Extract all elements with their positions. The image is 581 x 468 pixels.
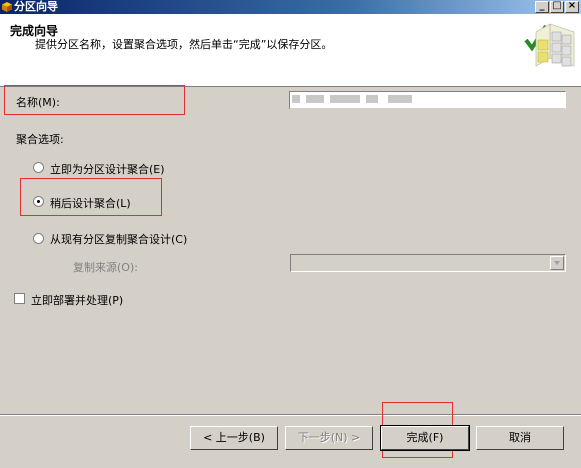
- radio-design-later[interactable]: [33, 196, 44, 207]
- blurred-name-text: [292, 95, 300, 103]
- dropdown-arrow-button[interactable]: [550, 256, 564, 270]
- deploy-process-label[interactable]: 立即部署并处理(P): [31, 292, 123, 308]
- radio-design-later-label[interactable]: 稍后设计聚合(L): [50, 195, 131, 211]
- page-subtitle: 提供分区名称，设置聚合选项，然后单击“完成”以保存分区。: [35, 38, 333, 51]
- blurred-name-text: [330, 95, 360, 103]
- copy-source-select[interactable]: [290, 254, 566, 272]
- minimize-icon: _: [539, 0, 545, 11]
- next-button[interactable]: 下一步(N) >: [285, 426, 373, 450]
- name-input[interactable]: [289, 91, 566, 109]
- finish-button[interactable]: 完成(F): [380, 425, 470, 451]
- title-bar[interactable]: 分区向导 _ □ ×: [0, 0, 581, 14]
- radio-copy-existing[interactable]: [33, 233, 44, 244]
- name-label: 名称(M):: [16, 96, 60, 109]
- cancel-button[interactable]: 取消: [476, 426, 564, 450]
- blurred-name-text: [306, 95, 324, 103]
- chevron-down-icon: [554, 261, 560, 265]
- aggregation-heading: 聚合选项:: [16, 133, 64, 146]
- radio-design-now[interactable]: [33, 162, 44, 173]
- radio-copy-existing-label[interactable]: 从现有分区复制聚合设计(C): [50, 231, 187, 247]
- back-button[interactable]: < 上一步(B): [190, 426, 278, 450]
- wizard-window: 分区向导 _ □ × 完成向导 提供分区名称，设置聚合选项，然后单击“完成”以保…: [0, 0, 581, 468]
- footer-divider-highlight: [0, 415, 581, 416]
- radio-selected-dot: [37, 200, 40, 203]
- wizard-header: 完成向导 提供分区名称，设置聚合选项，然后单击“完成”以保存分区。: [0, 14, 581, 87]
- blurred-name-text: [388, 95, 412, 103]
- cube-grid-checkmark-icon: [524, 23, 575, 67]
- maximize-button[interactable]: □: [550, 0, 564, 13]
- close-button[interactable]: ×: [565, 0, 579, 13]
- radio-design-now-label[interactable]: 立即为分区设计聚合(E): [50, 161, 165, 177]
- deploy-process-checkbox[interactable]: [14, 293, 25, 304]
- maximize-icon: □: [552, 0, 562, 11]
- close-icon: ×: [567, 0, 577, 11]
- window-title: 分区向导: [14, 0, 58, 13]
- cube-app-icon: [2, 2, 12, 12]
- minimize-button[interactable]: _: [535, 0, 549, 13]
- copy-source-label: 复制来源(O):: [73, 261, 138, 274]
- blurred-name-text: [366, 95, 378, 103]
- window-bottom-edge: [0, 460, 581, 468]
